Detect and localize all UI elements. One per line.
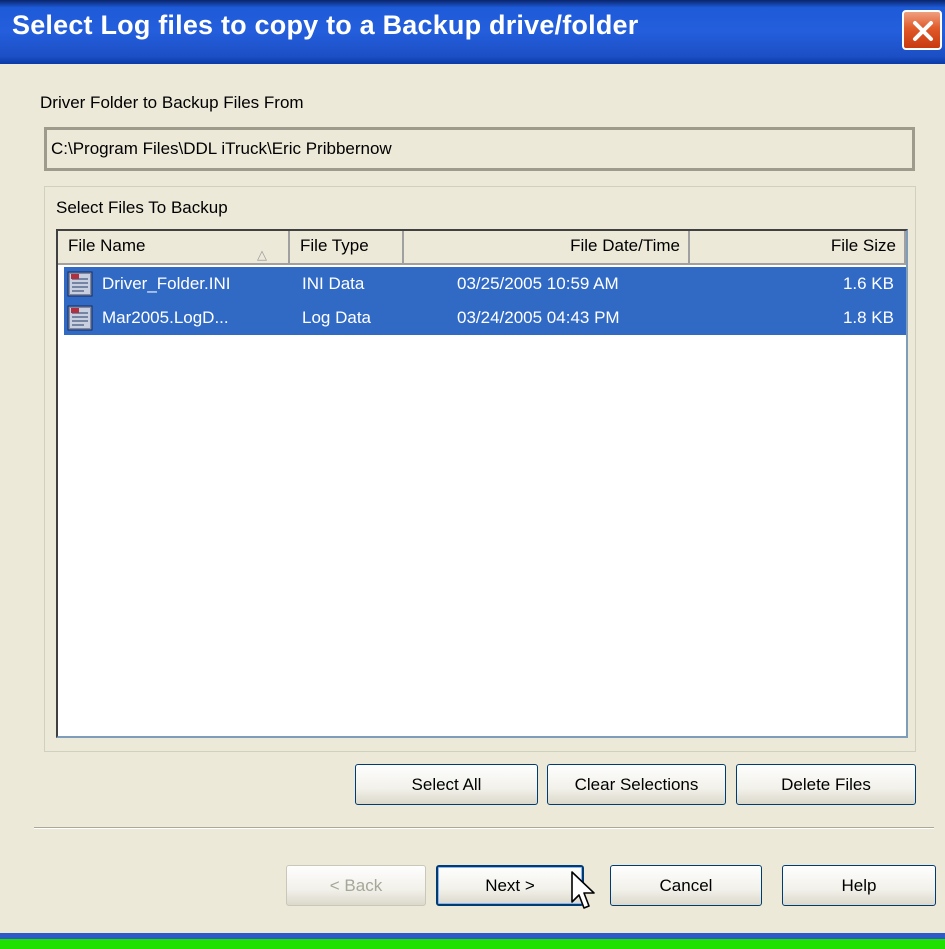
file-type: Log Data [302, 308, 371, 327]
file-icon [67, 271, 93, 297]
help-button[interactable]: Help [782, 865, 936, 906]
cancel-button[interactable]: Cancel [610, 865, 762, 906]
column-header-file-name[interactable]: File Name △ [58, 231, 290, 265]
sort-ascending-icon: △ [257, 247, 267, 262]
column-header-label: File Name [68, 236, 146, 255]
column-header-label: File Type [300, 236, 369, 255]
file-icon [67, 305, 93, 331]
separator [34, 827, 934, 829]
column-header-file-type[interactable]: File Type [290, 231, 404, 265]
close-icon [913, 21, 933, 41]
file-datetime: 03/24/2005 04:43 PM [457, 308, 620, 327]
file-datetime: 03/25/2005 10:59 AM [457, 274, 619, 293]
file-size: 1.6 KB [842, 274, 894, 293]
file-name: Mar2005.LogD... [102, 308, 229, 327]
file-size: 1.8 KB [842, 308, 894, 327]
file-name: Driver_Folder.INI [102, 274, 231, 293]
file-type: INI Data [302, 274, 365, 293]
delete-files-button[interactable]: Delete Files [736, 764, 916, 805]
taskbar-strip [0, 933, 945, 949]
file-row[interactable]: Driver_Folder.INI INI Data 03/25/2005 10… [64, 267, 906, 301]
source-folder-field[interactable]: C:\Program Files\DDL iTruck\Eric Pribber… [44, 127, 915, 171]
column-header-label: File Date/Time [570, 236, 680, 255]
close-button[interactable] [902, 10, 942, 50]
file-list[interactable]: File Name △ File Type File Date/Time Fil… [56, 229, 908, 738]
file-row[interactable]: Mar2005.LogD... Log Data 03/24/2005 04:4… [64, 301, 906, 335]
column-header-file-size[interactable]: File Size [690, 231, 906, 265]
next-button[interactable]: Next > [436, 865, 584, 906]
window-title: Select Log files to copy to a Backup dri… [12, 10, 639, 40]
title-bar: Select Log files to copy to a Backup dri… [0, 0, 945, 64]
source-folder-label: Driver Folder to Backup Files From [40, 93, 304, 112]
back-button[interactable]: < Back [286, 865, 426, 906]
files-group-label: Select Files To Backup [56, 198, 228, 217]
clear-selections-button[interactable]: Clear Selections [547, 764, 726, 805]
column-header-file-datetime[interactable]: File Date/Time [404, 231, 690, 265]
select-all-button[interactable]: Select All [355, 764, 538, 805]
column-header-label: File Size [830, 236, 896, 255]
mouse-cursor-icon [571, 871, 595, 909]
